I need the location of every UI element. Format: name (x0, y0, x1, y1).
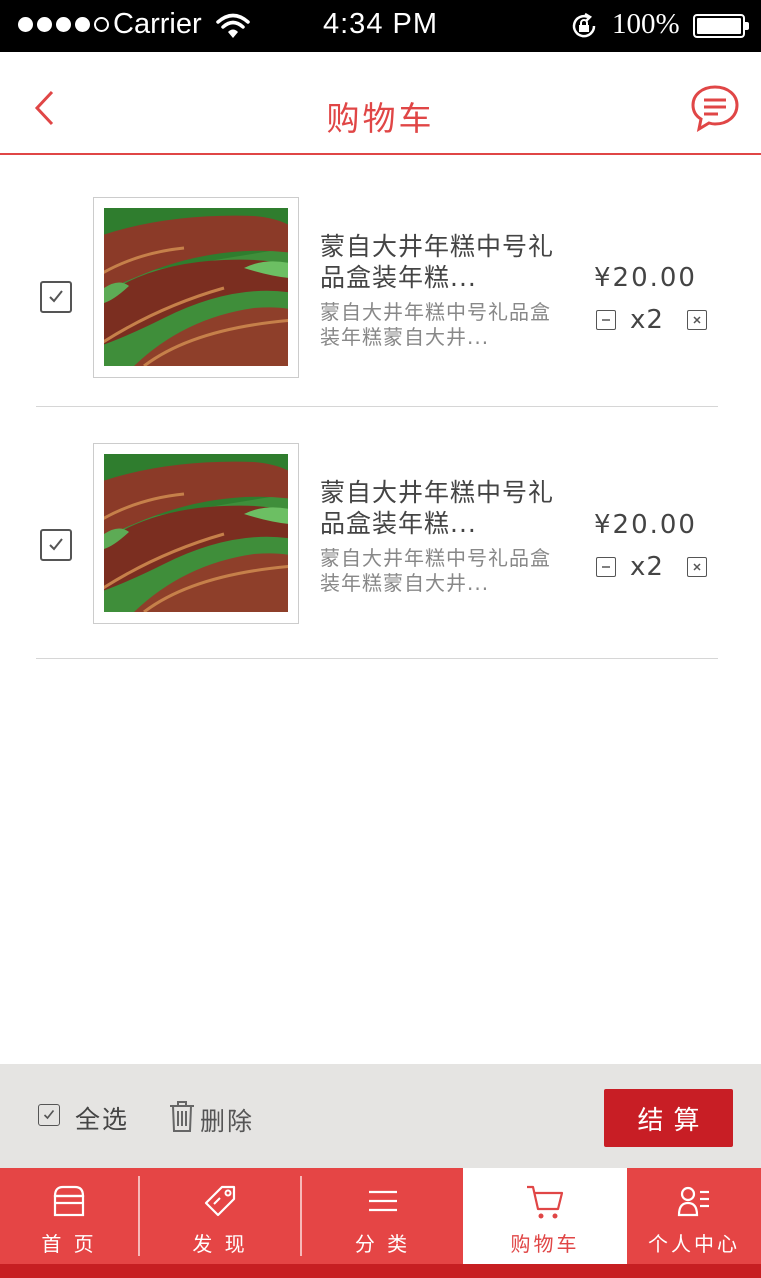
remove-item-button[interactable] (686, 557, 707, 577)
tab-label: 发 现 (192, 1232, 248, 1256)
item-checkbox[interactable] (40, 281, 72, 313)
decrease-button[interactable] (596, 557, 616, 577)
tab-discover[interactable]: 发 现 (140, 1168, 300, 1264)
cart-item: 蒙自大井年糕中号礼品盒装年糕... 蒙自大井年糕中号礼品盒装年糕蒙自大井... … (36, 409, 718, 659)
cart-action-bar: 全选 删除 结算 (0, 1064, 761, 1168)
tab-cart[interactable]: 购物车 (463, 1168, 627, 1264)
tab-profile[interactable]: 个人中心 (627, 1168, 761, 1264)
store-icon (0, 1184, 138, 1218)
delete-label[interactable]: 删除 (200, 1102, 254, 1138)
cart-icon (463, 1184, 627, 1222)
tab-bar-bottom-strip (0, 1264, 761, 1278)
product-description: 蒙自大井年糕中号礼品盒装年糕蒙自大井... (320, 546, 551, 595)
battery-icon (693, 14, 749, 38)
product-name[interactable]: 蒙自大井年糕中号礼品盒装年糕... (320, 477, 560, 539)
tab-label: 个人中心 (648, 1232, 740, 1256)
trash-icon[interactable] (168, 1099, 196, 1137)
battery-percentage: 100% (612, 8, 680, 40)
quantity-stepper: x2 (596, 552, 707, 582)
user-icon (627, 1184, 761, 1218)
page-title: 购物车 (326, 99, 435, 138)
product-thumbnail[interactable] (93, 197, 299, 378)
tag-icon (140, 1184, 300, 1218)
tab-category[interactable]: 分 类 (302, 1168, 463, 1264)
product-description: 蒙自大井年糕中号礼品盒装年糕蒙自大井... (320, 300, 551, 349)
product-price: ¥20.00 (594, 263, 697, 293)
nav-header: 购物车 (0, 52, 761, 155)
quantity-stepper: x2 (596, 305, 707, 335)
product-price: ¥20.00 (594, 510, 697, 540)
quantity-value: x2 (630, 552, 664, 582)
select-all-checkbox[interactable] (38, 1104, 60, 1126)
tab-label: 首 页 (41, 1232, 97, 1256)
product-name[interactable]: 蒙自大井年糕中号礼品盒装年糕... (320, 231, 560, 293)
product-image (104, 208, 288, 367)
decrease-button[interactable] (596, 310, 616, 330)
bottom-tab-bar: 首 页 发 现 分 类 购物车 个人中心 (0, 1168, 761, 1278)
rotation-lock-icon (570, 12, 598, 44)
status-bar: Carrier 4:34 PM 100% (0, 0, 761, 52)
checkout-button[interactable]: 结算 (604, 1089, 733, 1147)
remove-item-button[interactable] (686, 310, 707, 330)
product-thumbnail[interactable] (93, 443, 299, 624)
tab-label: 分 类 (354, 1232, 411, 1256)
tab-label: 购物车 (510, 1232, 580, 1256)
product-image (104, 454, 288, 613)
message-icon[interactable] (690, 84, 740, 136)
tab-home[interactable]: 首 页 (0, 1168, 138, 1264)
select-all-label[interactable]: 全选 (75, 1100, 129, 1136)
list-icon (302, 1184, 463, 1218)
item-checkbox[interactable] (40, 529, 72, 561)
quantity-value: x2 (630, 305, 664, 335)
cart-item: 蒙自大井年糕中号礼品盒装年糕... 蒙自大井年糕中号礼品盒装年糕蒙自大井... … (36, 157, 718, 407)
